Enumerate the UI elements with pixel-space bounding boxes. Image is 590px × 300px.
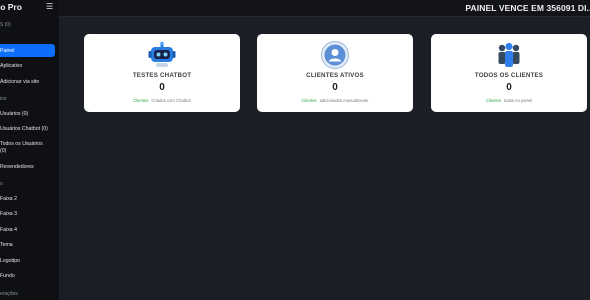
sidebar-item-revendedores[interactable]: Revendedores <box>0 164 34 170</box>
sidebar-section-label: S (0) <box>0 22 11 28</box>
card-footer-tag: Clientes <box>485 98 501 103</box>
sidebar-item-fundo[interactable]: Fundo <box>0 273 15 279</box>
card-value: 0 <box>159 82 165 93</box>
menu-icon[interactable]: ☰ <box>46 3 53 11</box>
card-footer: Clientes adicionados manualmente <box>257 98 413 103</box>
card-footer-tag: Clientes <box>133 98 149 103</box>
chatbot-robot-icon <box>148 41 176 69</box>
sidebar-item-label: Painel <box>0 47 15 54</box>
card-todos-clientes: TODOS OS CLIENTES 0 Clientes totais no pa… <box>431 34 587 112</box>
brand-title: bo Pro <box>0 2 22 12</box>
expiry-banner: PAINEL VENCE EM 356091 DI... <box>465 3 590 13</box>
sidebar-item-faixa-2[interactable]: Faixa 2 <box>0 196 17 202</box>
sidebar-item-faixa-4[interactable]: Faixa 4 <box>0 227 17 233</box>
sidebar-group-label: ios <box>0 96 7 102</box>
sidebar-item-todos-usuarios-count[interactable]: (0) <box>0 148 6 154</box>
brand: bo Pro ☰ <box>0 0 59 17</box>
sidebar-item-todos-usuarios[interactable]: Todos os Usuários <box>0 141 43 147</box>
card-footer: Clientes Criados com Chatbot <box>84 98 240 103</box>
top-bar: PAINEL VENCE EM 356091 DI... <box>59 0 590 17</box>
sidebar-item-usuarios[interactable]: Usuários (0) <box>0 111 28 117</box>
card-title: CLIENTES ATIVOS <box>306 72 364 79</box>
card-footer-desc: adicionados manualmente <box>319 98 369 103</box>
users-group-icon <box>495 41 523 69</box>
card-title: TESTES CHATBOT <box>132 72 192 79</box>
sidebar-item-usuarios-chatbot[interactable]: Usuários Chatbot (0) <box>0 126 48 132</box>
sidebar-item-painel[interactable]: Painel <box>0 44 55 57</box>
sidebar-item-logotipo[interactable]: Logotipo <box>0 258 20 264</box>
card-value: 0 <box>332 82 338 93</box>
card-footer: Clientes totais no painel <box>431 98 587 103</box>
sidebar-item-faixa-3[interactable]: Faixa 3 <box>0 211 17 217</box>
sidebar-item-aplicativo[interactable]: Aplicativo <box>0 63 22 69</box>
sidebar-item-adicionar-via-site[interactable]: Adicionar via site <box>0 79 39 85</box>
card-footer-desc: Criados com Chatbot <box>151 98 191 103</box>
card-footer-desc: totais no painel <box>503 98 533 103</box>
sidebar-group-label: o <box>0 181 3 187</box>
card-footer-tag: Clientes <box>301 98 317 103</box>
card-clientes-ativos: CLIENTES ATIVOS 0 Clientes adicionados ma… <box>257 34 413 112</box>
sidebar-group-label: erações <box>0 291 18 297</box>
card-testes-chatbot: TESTES CHATBOT 0 Clientes Criados com Cha… <box>84 34 240 112</box>
card-value: 0 <box>506 82 512 93</box>
user-avatar-icon <box>321 41 349 69</box>
sidebar-item-tema[interactable]: Tema <box>0 242 13 248</box>
card-title: TODOS OS CLIENTES <box>474 72 544 79</box>
sidebar: bo Pro ☰ S (0) Painel Aplicativo Adicion… <box>0 0 59 300</box>
